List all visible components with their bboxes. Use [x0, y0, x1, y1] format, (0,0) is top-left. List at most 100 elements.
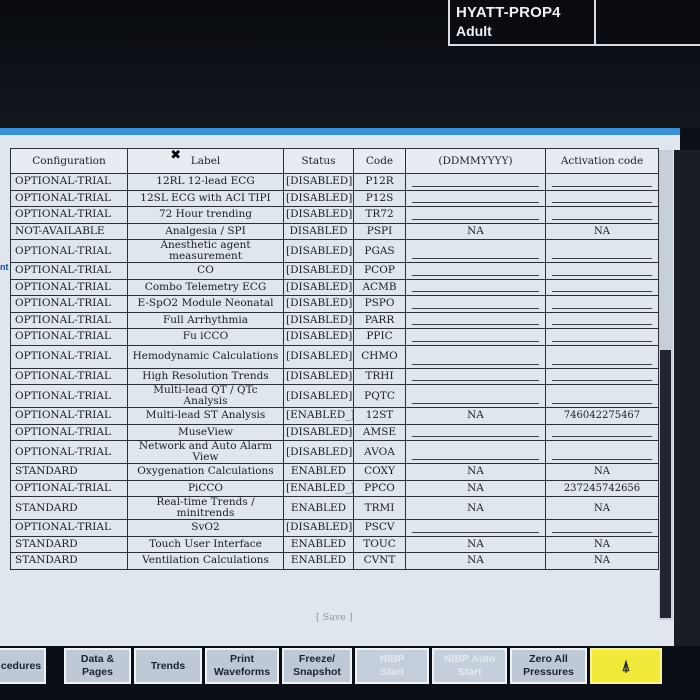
- activation-code-field[interactable]: NA: [545, 463, 659, 481]
- expiration-date-field[interactable]: NA: [405, 222, 546, 240]
- table-row[interactable]: STANDARD Ventilation Calculations ENABLED C…: [10, 552, 659, 570]
- activation-code-field[interactable]: [545, 423, 659, 441]
- activation-code-field[interactable]: NA: [545, 496, 659, 520]
- data-pages-button[interactable]: Data & Pages: [64, 648, 131, 684]
- expiration-date-field[interactable]: [405, 423, 546, 441]
- activation-code-field[interactable]: [545, 328, 659, 346]
- table-row[interactable]: OPTIONAL-TRIAL Combo Telemetry ECG [DISABL…: [10, 278, 659, 296]
- entry-underline: [412, 202, 539, 203]
- activation-code-field[interactable]: [545, 344, 659, 369]
- entry-underline: [412, 307, 539, 309]
- activation-code-field[interactable]: [545, 367, 659, 385]
- expiration-date-field[interactable]: [405, 440, 546, 464]
- table-row[interactable]: OPTIONAL-TRIAL 72 Hour trending [DISABLED]…: [10, 206, 659, 224]
- table-row[interactable]: STANDARD Oxygenation Calculations ENABLED C…: [10, 463, 659, 481]
- feature-code-cell: COXY: [353, 463, 406, 481]
- activation-code-field[interactable]: [545, 384, 659, 408]
- activation-code-field[interactable]: [545, 440, 659, 464]
- feature-label-cell: Analgesia / SPI: [127, 222, 284, 240]
- activation-code-field[interactable]: NA: [545, 535, 659, 553]
- activation-code-field[interactable]: [545, 311, 659, 329]
- expiration-date-field[interactable]: NA: [405, 496, 546, 520]
- expiration-date-field[interactable]: [405, 189, 546, 207]
- expiration-date-field[interactable]: NA: [405, 479, 546, 497]
- table-row[interactable]: OPTIONAL-TRIAL High Resolution Trends [DIS…: [10, 367, 659, 385]
- expiration-date-field[interactable]: [405, 519, 546, 537]
- expiration-date-field[interactable]: [405, 295, 546, 313]
- feature-label-cell: Fu iCCO ✖: [127, 149, 284, 346]
- activation-code-field[interactable]: 237245742656: [545, 479, 659, 497]
- status-cell: [DISABLED]: [283, 440, 354, 464]
- activation-code-field[interactable]: [545, 295, 659, 313]
- table-row[interactable]: OPTIONAL-TRIAL PiCCO [ENABLED_] PPCO NA 23724…: [10, 479, 659, 497]
- status-cell: [DISABLED]: [283, 206, 354, 224]
- expiration-date-field[interactable]: [405, 328, 546, 346]
- feature-code-cell: CHMO: [353, 344, 406, 369]
- print-waveforms-button[interactable]: Print Waveforms: [205, 648, 279, 684]
- status-cell: ENABLED: [283, 535, 354, 553]
- table-row[interactable]: OPTIONAL-TRIAL MuseView [DISABLED] AMSE: [10, 423, 659, 441]
- table-row[interactable]: OPTIONAL-TRIAL CO [DISABLED] PCOP: [10, 262, 659, 280]
- feature-label-cell: Full Arrhythmia: [127, 311, 284, 329]
- activation-code-field[interactable]: [545, 262, 659, 280]
- configuration-cell: OPTIONAL-TRIAL: [10, 367, 128, 385]
- expiration-date-field[interactable]: [405, 344, 546, 369]
- table-row[interactable]: OPTIONAL-TRIAL Multi-lead ST Analysis [ENA…: [10, 407, 659, 425]
- scrollbar-thumb[interactable]: [660, 350, 671, 618]
- status-cell: [ENABLED_]: [283, 479, 354, 497]
- alarm-bell-icon[interactable]: ⍋: [590, 648, 662, 684]
- nibp-auto-start-button[interactable]: NIBP Auto Start: [432, 648, 507, 684]
- table-row[interactable]: NOT-AVAILABLE Analgesia / SPI DISABLED PSPI…: [10, 222, 659, 240]
- activation-code-field[interactable]: [545, 206, 659, 224]
- expiration-date-field[interactable]: NA: [405, 552, 546, 570]
- table-row[interactable]: OPTIONAL-TRIAL Fu iCCO ✖ [DISABLED] PPIC: [10, 149, 659, 346]
- freeze-snapshot-button[interactable]: Freeze/ Snapshot: [282, 648, 352, 684]
- entry-underline: [552, 202, 652, 203]
- activation-code-field[interactable]: [545, 278, 659, 296]
- table-row[interactable]: OPTIONAL-TRIAL Multi-lead QT / QTc Analys…: [10, 384, 659, 408]
- feature-code-cell: AMSE: [353, 423, 406, 441]
- activation-code-field[interactable]: [545, 173, 659, 191]
- table-row[interactable]: OPTIONAL-TRIAL E-SpO2 Module Neonatal [DIS…: [10, 295, 659, 313]
- expiration-date-field[interactable]: [405, 311, 546, 329]
- activation-code-field[interactable]: [545, 189, 659, 207]
- activation-code-field[interactable]: [545, 519, 659, 537]
- table-row[interactable]: OPTIONAL-TRIAL Hemodynamic Calculations [D…: [10, 344, 659, 369]
- zero-all-pressures-button[interactable]: Zero All Pressures: [510, 648, 587, 684]
- table-row[interactable]: OPTIONAL-TRIAL 12RL 12-lead ECG [DISABLED]…: [10, 173, 659, 191]
- status-cell: [DISABLED]: [283, 295, 354, 313]
- activation-code-field[interactable]: 746042275467: [545, 407, 659, 425]
- expiration-date-field[interactable]: [405, 239, 546, 263]
- entry-underline: [552, 436, 652, 437]
- expiration-date-field[interactable]: [405, 384, 546, 408]
- feature-code-cell: PQTC: [353, 384, 406, 408]
- patient-info-box[interactable]: HYATT-PROP4 Adult: [448, 0, 700, 46]
- table-row[interactable]: OPTIONAL-TRIAL 12SL ECG with ACI TIPI [DIS…: [10, 189, 659, 207]
- trends-button[interactable]: Trends: [134, 648, 202, 684]
- activation-code-field[interactable]: NA: [545, 552, 659, 570]
- feature-table: Configuration Label Status Code (DDMMYYY…: [10, 148, 659, 570]
- save-button[interactable]: [ Save ]: [316, 612, 353, 623]
- left-edge-text: nt: [0, 262, 9, 272]
- expiration-date-field[interactable]: [405, 278, 546, 296]
- procedures-button[interactable]: cedures: [0, 648, 46, 684]
- table-row[interactable]: OPTIONAL-TRIAL SvO2 [DISABLED] PSCV: [10, 519, 659, 537]
- expiration-date-field[interactable]: [405, 173, 546, 191]
- expiration-date-field[interactable]: NA: [405, 463, 546, 481]
- table-row[interactable]: OPTIONAL-TRIAL Network and Auto Alarm Vie…: [10, 440, 659, 464]
- activation-code-field[interactable]: [545, 239, 659, 263]
- status-cell: [DISABLED]: [283, 278, 354, 296]
- table-row[interactable]: STANDARD Real-time Trends / minitrends ENA…: [10, 496, 659, 520]
- configuration-cell: OPTIONAL-TRIAL: [10, 423, 128, 441]
- nibp-start-button[interactable]: NIBP Start: [355, 648, 429, 684]
- expiration-date-field[interactable]: [405, 367, 546, 385]
- expiration-date-field[interactable]: [405, 262, 546, 280]
- table-row[interactable]: STANDARD Touch User Interface ENABLED TOUC N…: [10, 535, 659, 553]
- expiration-date-field[interactable]: [405, 206, 546, 224]
- table-scrollbar[interactable]: [659, 150, 673, 620]
- activation-code-field[interactable]: NA: [545, 222, 659, 240]
- table-row[interactable]: OPTIONAL-TRIAL Anesthetic agent measureme…: [10, 239, 659, 263]
- expiration-date-field[interactable]: NA: [405, 407, 546, 425]
- table-row[interactable]: OPTIONAL-TRIAL Full Arrhythmia [DISABLED] P…: [10, 311, 659, 329]
- expiration-date-field[interactable]: NA: [405, 535, 546, 553]
